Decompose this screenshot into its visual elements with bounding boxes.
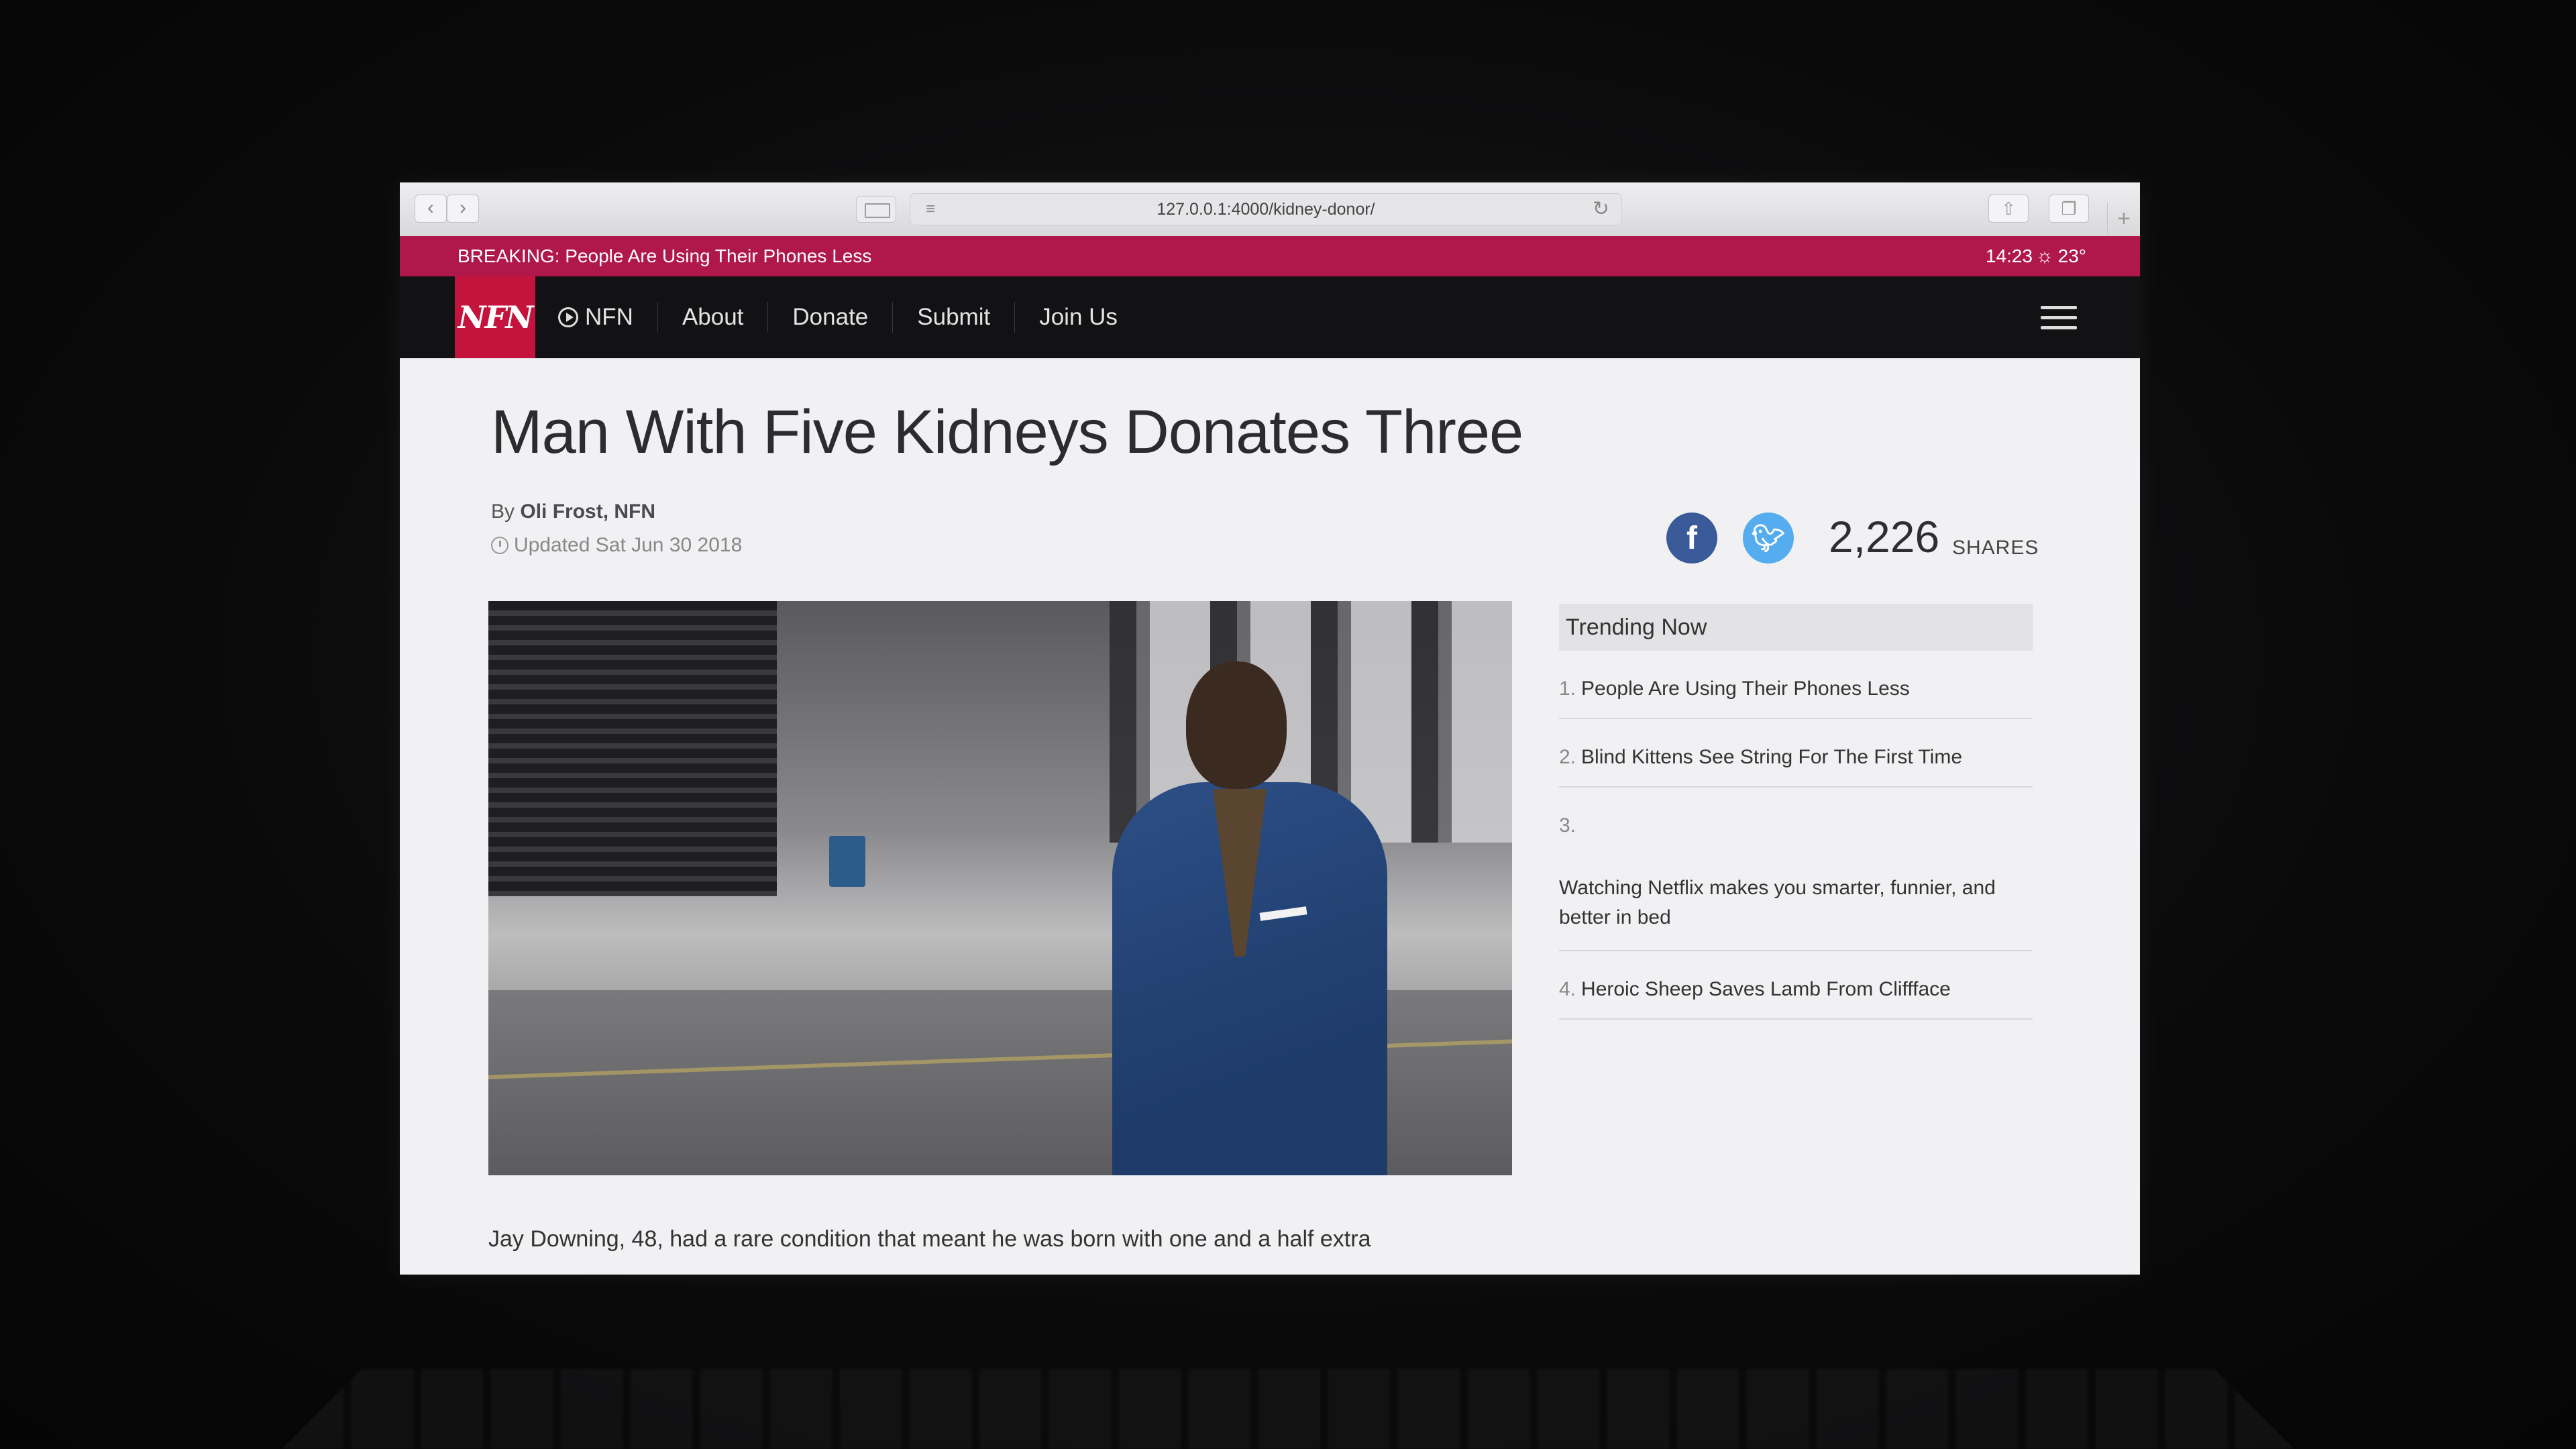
nav-item-nfn[interactable]: NFN bbox=[558, 302, 658, 333]
updated-text: Updated Sat Jun 30 2018 bbox=[514, 534, 743, 556]
hamburger-menu-icon[interactable] bbox=[2041, 306, 2077, 331]
nav-item-join-us[interactable]: Join Us bbox=[1015, 302, 1142, 333]
hero-trash-bin bbox=[829, 836, 865, 887]
new-tab-button[interactable]: + bbox=[2107, 203, 2140, 235]
temperature: 23° bbox=[2057, 246, 2086, 266]
nav-item-submit[interactable]: Submit bbox=[893, 302, 1016, 333]
trending-title: Trending Now bbox=[1559, 604, 2033, 651]
site-logo[interactable]: NFN bbox=[455, 276, 535, 358]
share-count: 2,226 bbox=[1829, 512, 1940, 561]
share-label: SHARES bbox=[1952, 537, 2039, 559]
article-headline: Man With Five Kidneys Donates Three bbox=[491, 398, 1523, 466]
trending-number: 4. bbox=[1559, 978, 1576, 1000]
updated-date: Updated Sat Jun 30 2018 bbox=[491, 534, 742, 557]
weather: ☼ 23° bbox=[2035, 236, 2086, 276]
browser-toolbar: ‹ › ≡ 127.0.0.1:4000/kidney-donor/ ↻ ⇧ ❐… bbox=[400, 182, 2140, 237]
forward-button[interactable]: › bbox=[447, 195, 479, 223]
byline: By Oli Frost, NFN bbox=[491, 500, 655, 523]
byline-prefix: By bbox=[491, 500, 515, 523]
byline-author[interactable]: Oli Frost, NFN bbox=[520, 500, 655, 523]
reload-icon[interactable]: ↻ bbox=[1593, 194, 1609, 225]
back-button[interactable]: ‹ bbox=[415, 195, 447, 223]
chevron-left-icon: ‹ bbox=[427, 197, 434, 219]
clock-icon bbox=[491, 537, 508, 554]
laptop-screen: ‹ › ≡ 127.0.0.1:4000/kidney-donor/ ↻ ⇧ ❐… bbox=[400, 182, 2140, 1275]
trending-link[interactable]: Heroic Sheep Saves Lamb From Cliffface bbox=[1581, 978, 1951, 1000]
nav-item-about[interactable]: About bbox=[658, 302, 769, 333]
chevron-right-icon: › bbox=[460, 197, 466, 219]
site-navigation: NFN NFN About Donate Submit Join Us bbox=[400, 276, 2140, 358]
trending-item[interactable]: 2. Blind Kittens See String For The First… bbox=[1559, 719, 2033, 788]
breaking-news-bar: BREAKING: People Are Using Their Phones … bbox=[400, 236, 2140, 276]
twitter-share-button[interactable]: 🐦︎ bbox=[1743, 513, 1794, 564]
tabs-icon: ❐ bbox=[2061, 199, 2077, 219]
trending-number: 1. bbox=[1559, 678, 1576, 700]
trending-link[interactable]: Blind Kittens See String For The First T… bbox=[1581, 746, 1962, 768]
hero-building bbox=[488, 601, 777, 896]
hero-image bbox=[488, 601, 1512, 1175]
play-icon bbox=[558, 307, 578, 327]
trending-number: 2. bbox=[1559, 746, 1576, 768]
trending-link[interactable]: People Are Using Their Phones Less bbox=[1581, 678, 1910, 700]
facebook-icon: f bbox=[1686, 521, 1697, 556]
tabs-button[interactable]: ❐ bbox=[2049, 195, 2089, 223]
article-body: Jay Downing, 48, had a rare condition th… bbox=[488, 1226, 1371, 1252]
trending-item[interactable]: 4. Heroic Sheep Saves Lamb From Cliffface bbox=[1559, 951, 2033, 1020]
nav-item-donate[interactable]: Donate bbox=[768, 302, 894, 333]
trending-item[interactable]: 3. Watching Netflix makes you smarter, fu… bbox=[1559, 788, 2033, 951]
person-head bbox=[1186, 661, 1287, 789]
plus-icon: + bbox=[2117, 206, 2131, 231]
facebook-share-button[interactable]: f bbox=[1666, 513, 1717, 564]
share-button[interactable]: ⇧ bbox=[1988, 195, 2029, 223]
address-bar[interactable]: ≡ 127.0.0.1:4000/kidney-donor/ ↻ bbox=[910, 193, 1622, 225]
laptop-keyboard bbox=[282, 1368, 2294, 1449]
trending-panel: Trending Now 1. People Are Using Their Ph… bbox=[1559, 604, 2033, 1020]
hero-person bbox=[1092, 648, 1387, 1175]
nav-item-label: NFN bbox=[585, 304, 633, 330]
url-text: 127.0.0.1:4000/kidney-donor/ bbox=[1157, 200, 1375, 219]
sidebar-toggle-button[interactable] bbox=[856, 196, 896, 223]
breaking-headline[interactable]: BREAKING: People Are Using Their Phones … bbox=[458, 236, 871, 276]
trending-link[interactable]: Watching Netflix makes you smarter, funn… bbox=[1559, 873, 2033, 932]
share-icon: ⇧ bbox=[2001, 199, 2016, 219]
trending-number: 3. bbox=[1559, 814, 1576, 837]
reader-icon[interactable]: ≡ bbox=[921, 201, 940, 217]
nav-menu: NFN About Donate Submit Join Us bbox=[558, 276, 1142, 358]
twitter-bird-icon: 🐦︎ bbox=[1751, 524, 1786, 553]
trending-item[interactable]: 1. People Are Using Their Phones Less bbox=[1559, 651, 2033, 719]
clock-time: 14:23 bbox=[1985, 246, 2033, 266]
sun-icon: ☼ bbox=[2035, 245, 2054, 267]
